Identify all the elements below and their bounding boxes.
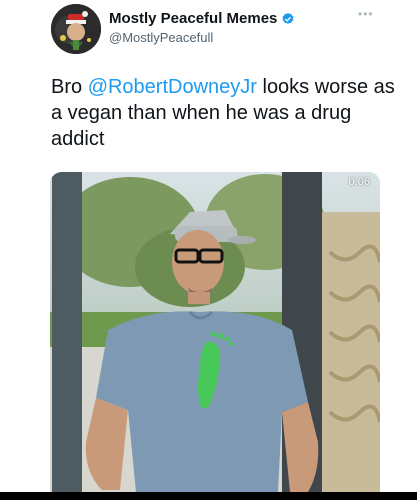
tweet-text: Bro @RobertDowneyJr looks worse as a veg… (51, 74, 406, 152)
more-options-icon[interactable]: ••• (358, 8, 374, 20)
video-thumbnail (50, 172, 380, 492)
author-handle[interactable]: @MostlyPeacefull (109, 30, 213, 45)
author-display-name[interactable]: Mostly Peaceful Memes (109, 10, 295, 27)
display-name-text: Mostly Peaceful Memes (109, 10, 278, 27)
verified-badge-icon (281, 12, 295, 26)
avatar-image (51, 4, 101, 54)
video-player[interactable]: 0:06 (50, 172, 380, 492)
mention-link[interactable]: @RobertDowneyJr (88, 76, 257, 98)
tweet-text-prefix: Bro (51, 76, 88, 98)
avatar[interactable] (51, 4, 101, 54)
bottom-border (0, 492, 417, 500)
video-duration-badge: 0:06 (348, 176, 370, 188)
